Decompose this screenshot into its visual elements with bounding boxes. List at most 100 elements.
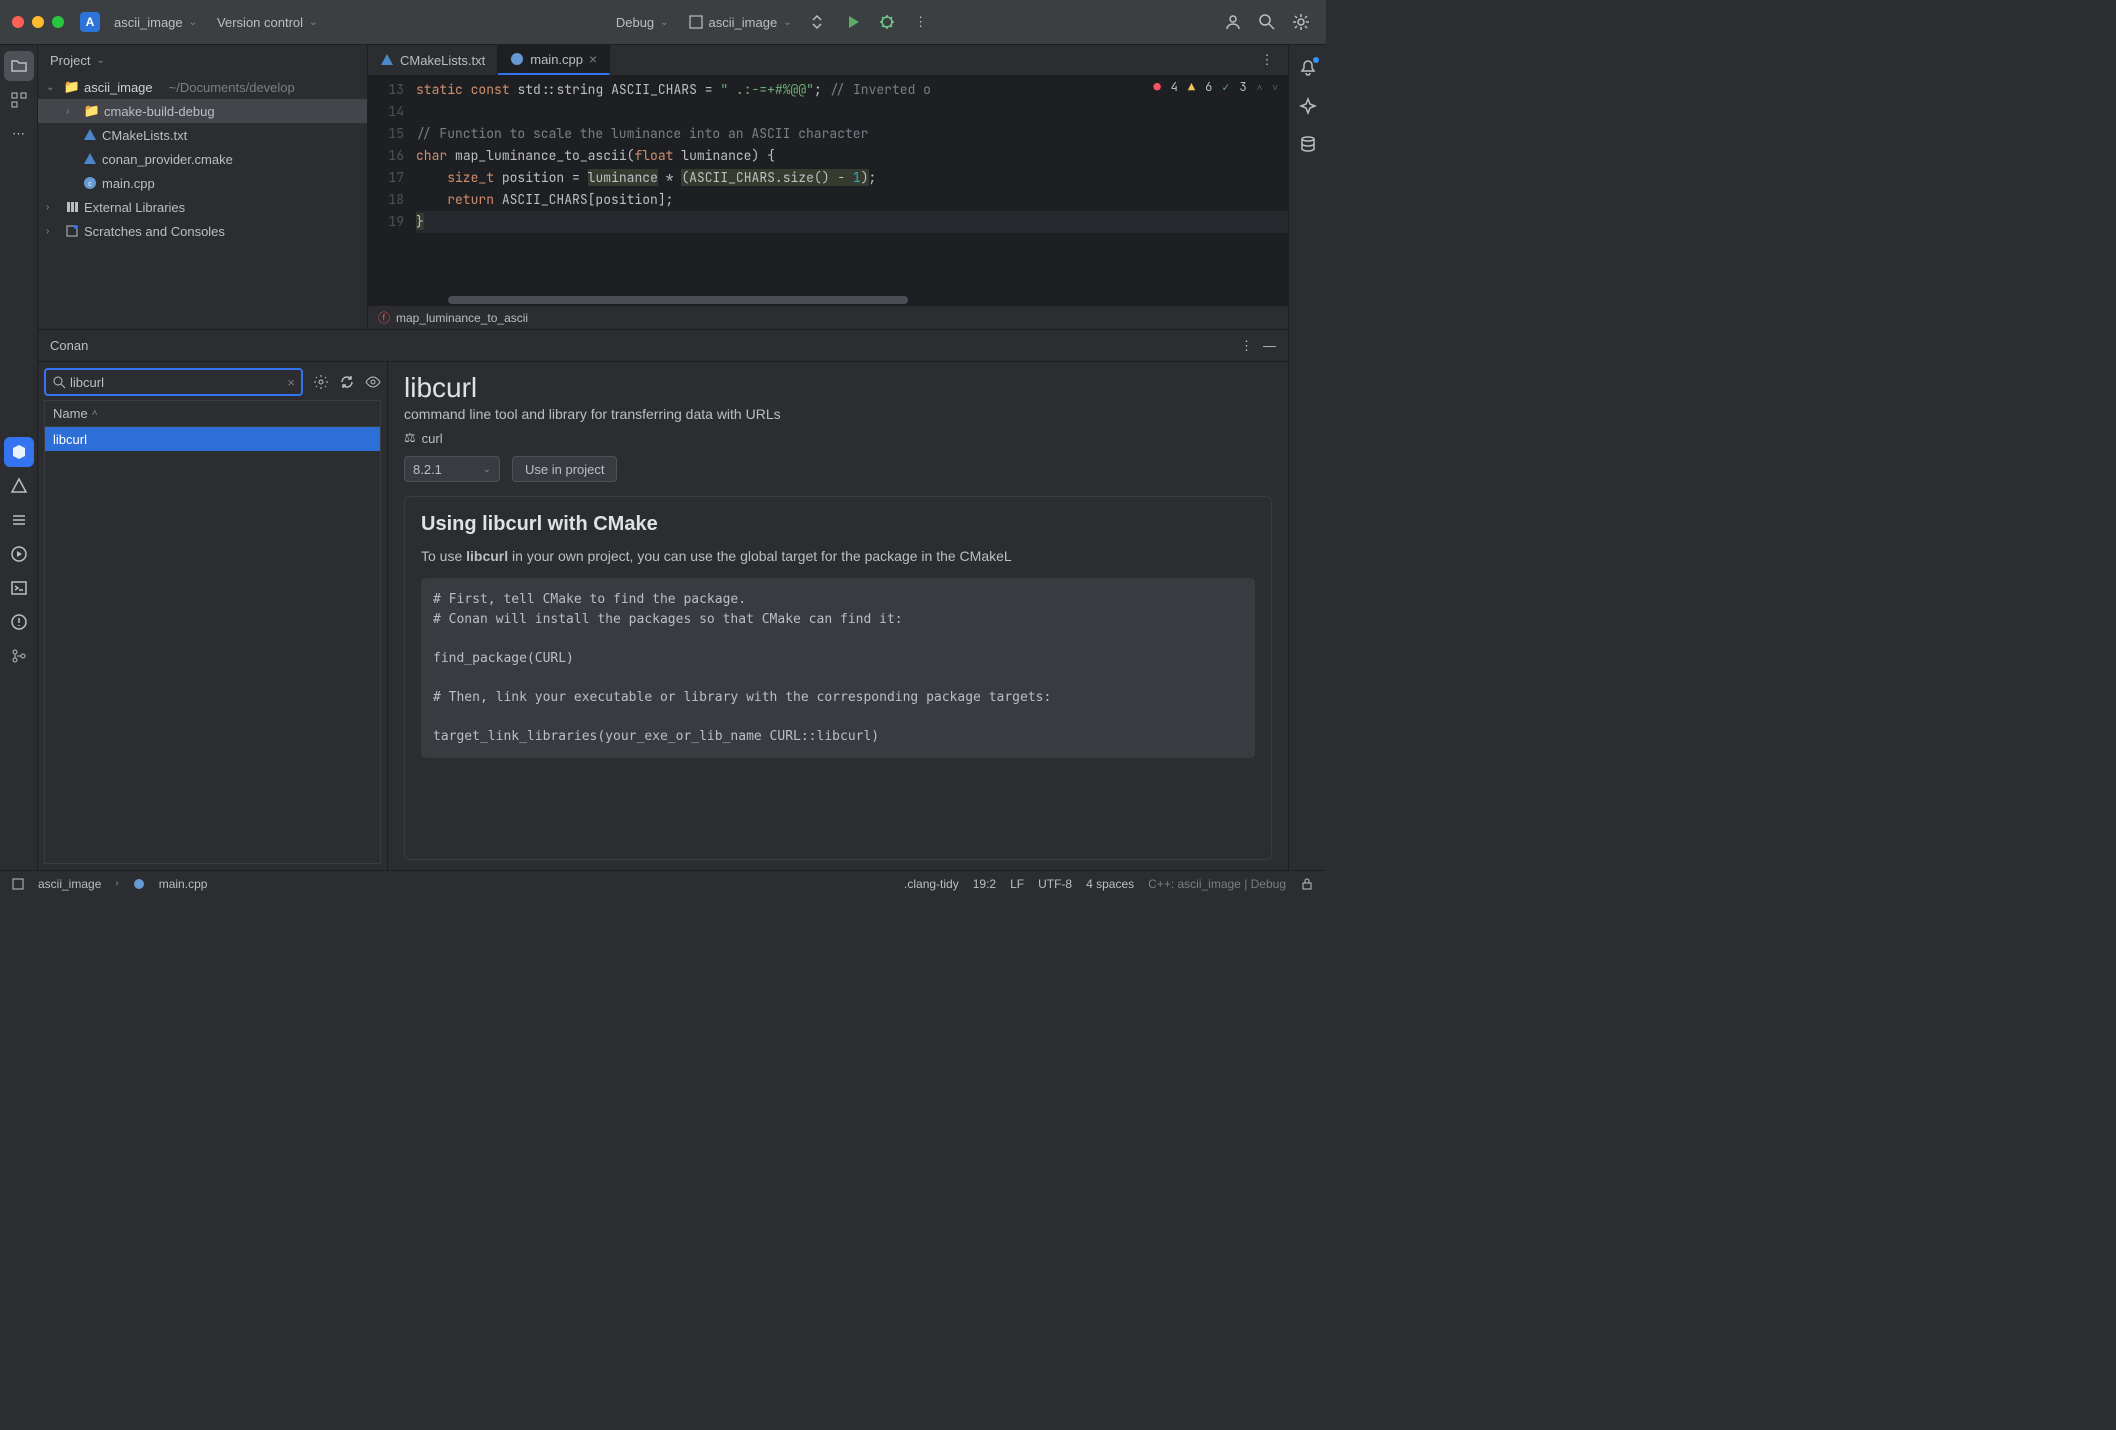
expand-icon[interactable]: › <box>46 226 60 237</box>
lock-icon[interactable] <box>1300 877 1314 891</box>
search-icon <box>52 375 66 389</box>
doc-code-block[interactable]: # First, tell CMake to find the package.… <box>421 578 1255 758</box>
horizontal-scrollbar[interactable] <box>368 295 1288 305</box>
tree-scratches[interactable]: › Scratches and Consoles <box>38 219 367 243</box>
package-description: command line tool and library for transf… <box>404 406 1272 422</box>
license-label: curl <box>422 431 443 446</box>
run-config-selector[interactable]: Debug ⌄ <box>610 11 675 34</box>
folder-icon: 📁 <box>84 103 100 119</box>
code-with-me-icon[interactable] <box>1220 9 1246 35</box>
structure-tool-icon[interactable] <box>4 85 34 115</box>
more-icon[interactable]: ⋮ <box>908 9 934 35</box>
expand-icon[interactable]: ⌄ <box>46 82 60 93</box>
window-controls <box>12 16 64 28</box>
project-tree: Project ⌄ ⌄ 📁 ascii_image ~/Documents/de… <box>38 45 368 329</box>
settings-icon[interactable] <box>1288 9 1314 35</box>
minimize-icon[interactable]: — <box>1263 338 1276 354</box>
tree-root[interactable]: ⌄ 📁 ascii_image ~/Documents/develop <box>38 75 367 99</box>
terminal-tool-icon[interactable] <box>4 573 34 603</box>
vcs-menu[interactable]: Version control ⌄ <box>211 11 323 34</box>
ai-assistant-icon[interactable] <box>1295 93 1321 119</box>
run-target-selector[interactable]: ascii_image ⌄ <box>683 11 798 34</box>
status-context[interactable]: C++: ascii_image | Debug <box>1148 877 1286 891</box>
notifications-icon[interactable] <box>1295 55 1321 81</box>
code-area[interactable]: 13 14 15 16 17 18 19 static const std::s… <box>368 75 1288 295</box>
version-label: 8.2.1 <box>413 462 442 477</box>
folder-icon: 📁 <box>64 79 80 95</box>
conan-search-box[interactable]: × <box>44 368 303 396</box>
root-path: ~/Documents/develop <box>169 80 295 95</box>
chevron-down-icon: ⌄ <box>783 17 791 28</box>
status-cursor-pos[interactable]: 19:2 <box>973 877 996 891</box>
tree-cmakelists[interactable]: CMakeLists.txt <box>38 123 367 147</box>
gear-icon[interactable] <box>313 374 329 390</box>
package-detail: libcurl command line tool and library fo… <box>388 362 1288 870</box>
todo-tool-icon[interactable] <box>4 505 34 535</box>
use-in-project-button[interactable]: Use in project <box>512 456 617 482</box>
titlebar: A ascii_image ⌄ Version control ⌄ Debug … <box>0 0 1326 45</box>
chevron-down-icon: ⌄ <box>660 17 668 28</box>
result-label: libcurl <box>53 432 87 447</box>
tree-item-label: cmake-build-debug <box>104 104 215 119</box>
clear-icon[interactable]: × <box>287 375 295 390</box>
project-selector[interactable]: ascii_image ⌄ <box>108 11 203 34</box>
status-file[interactable]: main.cpp <box>159 877 208 891</box>
search-input[interactable] <box>70 375 283 390</box>
status-clang-tidy[interactable]: .clang-tidy <box>904 877 959 891</box>
results-list: libcurl <box>44 426 381 864</box>
line-num: 15 <box>368 123 404 145</box>
project-tool-icon[interactable] <box>4 51 34 81</box>
cmake-file-icon <box>380 53 394 67</box>
vcs-tool-icon[interactable] <box>4 641 34 671</box>
tree-ext-libs[interactable]: › External Libraries <box>38 195 367 219</box>
chevron-down-icon[interactable]: ˅ <box>1272 81 1278 94</box>
eye-icon[interactable] <box>365 374 381 390</box>
expand-icon[interactable]: › <box>66 106 80 117</box>
editor: CMakeLists.txt main.cpp × ⋮ 13 14 <box>368 45 1288 329</box>
code-breadcrumb[interactable]: ⓕ map_luminance_to_ascii <box>368 305 1288 329</box>
version-select[interactable]: 8.2.1 ⌄ <box>404 456 500 482</box>
sort-asc-icon: ˄ <box>92 408 98 419</box>
status-line-ending[interactable]: LF <box>1010 877 1024 891</box>
tab-main-cpp[interactable]: main.cpp × <box>498 45 610 75</box>
code-lines[interactable]: static const std::string ASCII_CHARS = "… <box>416 75 1288 295</box>
search-icon[interactable] <box>1254 9 1280 35</box>
project-header[interactable]: Project ⌄ <box>38 45 367 75</box>
refresh-icon[interactable] <box>339 374 355 390</box>
minimize-icon[interactable] <box>32 16 44 28</box>
close-icon[interactable]: × <box>589 51 597 67</box>
breadcrumb-label: map_luminance_to_ascii <box>396 311 528 325</box>
status-indent[interactable]: 4 spaces <box>1086 877 1134 891</box>
vcs-label: Version control <box>217 15 303 30</box>
problems-tool-icon[interactable] <box>4 471 34 501</box>
root-name: ascii_image <box>84 80 153 95</box>
list-item[interactable]: libcurl <box>45 427 380 451</box>
build-icon[interactable] <box>806 9 832 35</box>
database-icon[interactable] <box>1295 131 1321 157</box>
license-icon: ⚖ <box>404 430 416 446</box>
line-num: 13 <box>368 79 404 101</box>
messages-tool-icon[interactable] <box>4 607 34 637</box>
run-icon[interactable] <box>840 9 866 35</box>
zoom-icon[interactable] <box>52 16 64 28</box>
tree-cmake-build[interactable]: › 📁 cmake-build-debug <box>38 99 367 123</box>
tree-main-cpp[interactable]: c main.cpp <box>38 171 367 195</box>
list-header-name[interactable]: Name ˄ <box>44 400 381 426</box>
tab-cmakelists[interactable]: CMakeLists.txt <box>368 45 498 75</box>
more-tool-icon[interactable]: ⋯ <box>4 119 34 149</box>
expand-icon[interactable]: › <box>46 202 60 213</box>
warn-count: 6 <box>1205 79 1212 95</box>
debug-icon[interactable] <box>874 9 900 35</box>
close-icon[interactable] <box>12 16 24 28</box>
tab-more-icon[interactable]: ⋮ <box>1254 47 1280 73</box>
services-tool-icon[interactable] <box>4 539 34 569</box>
tree-conan-provider[interactable]: conan_provider.cmake <box>38 147 367 171</box>
line-num: 14 <box>368 101 404 123</box>
inspection-badges[interactable]: ●4 ▲6 ✓3 ˄ ˅ <box>1153 79 1278 95</box>
conan-tool-icon[interactable] <box>4 437 34 467</box>
run-target-label: ascii_image <box>709 15 778 30</box>
status-project[interactable]: ascii_image <box>38 877 101 891</box>
status-encoding[interactable]: UTF-8 <box>1038 877 1072 891</box>
more-icon[interactable]: ⋮ <box>1240 338 1253 354</box>
chevron-up-icon[interactable]: ˄ <box>1257 81 1263 94</box>
